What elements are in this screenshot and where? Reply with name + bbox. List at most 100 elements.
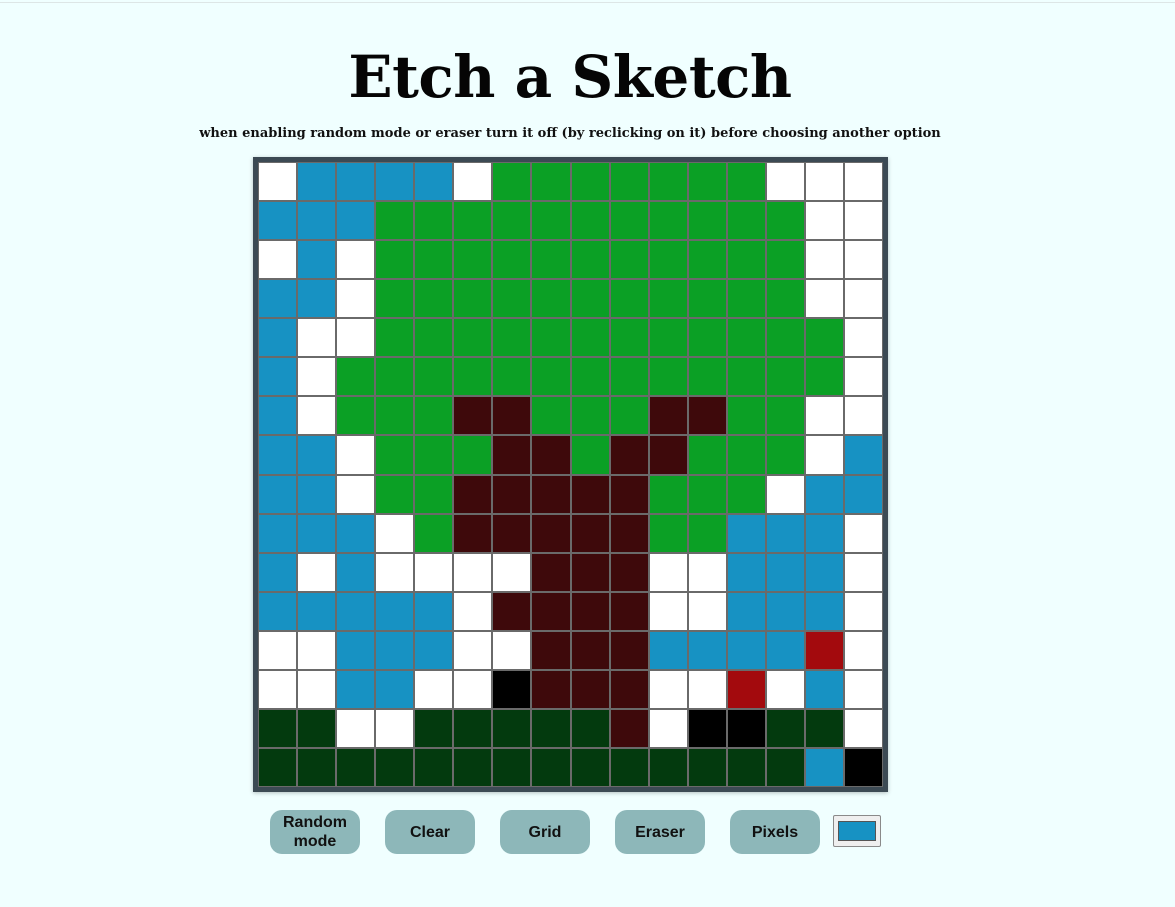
grid-cell[interactable] [570,474,610,514]
grid-cell[interactable] [531,747,571,787]
grid-cell[interactable] [297,708,337,748]
grid-cell[interactable] [297,357,337,397]
grid-cell[interactable] [453,747,493,787]
grid-cell[interactable] [648,708,688,748]
grid-cell[interactable] [375,318,415,358]
grid-cell[interactable] [492,357,532,397]
grid-cell[interactable] [765,552,805,592]
grid-cell[interactable] [609,474,649,514]
grid-cell[interactable] [843,318,883,358]
grid-cell[interactable] [765,435,805,475]
grid-cell[interactable] [414,669,454,709]
grid-cell[interactable] [570,435,610,475]
grid-cell[interactable] [843,747,883,787]
grid-cell[interactable] [648,279,688,319]
grid-cell[interactable] [375,396,415,436]
grid-cell[interactable] [687,747,727,787]
grid-cell[interactable] [453,318,493,358]
grid-cell[interactable] [531,279,571,319]
grid-cell[interactable] [531,201,571,241]
grid-cell[interactable] [453,591,493,631]
grid-cell[interactable] [843,591,883,631]
grid-cell[interactable] [609,747,649,787]
grid-cell[interactable] [375,552,415,592]
grid-cell[interactable] [843,201,883,241]
grid-cell[interactable] [258,747,298,787]
grid-cell[interactable] [414,552,454,592]
grid-cell[interactable] [492,630,532,670]
grid-cell[interactable] [843,396,883,436]
grid-cell[interactable] [726,513,766,553]
grid-cell[interactable] [492,318,532,358]
grid-cell[interactable] [453,201,493,241]
grid-cell[interactable] [843,357,883,397]
grid-cell[interactable] [492,747,532,787]
grid-cell[interactable] [609,201,649,241]
grid-cell[interactable] [765,279,805,319]
grid-cell[interactable] [687,357,727,397]
grid-cell[interactable] [336,630,376,670]
grid-cell[interactable] [336,552,376,592]
grid-cell[interactable] [258,279,298,319]
grid-cell[interactable] [492,513,532,553]
grid-cell[interactable] [531,396,571,436]
grid-cell[interactable] [726,747,766,787]
grid-cell[interactable] [726,630,766,670]
grid-cell[interactable] [258,162,298,202]
grid-cell[interactable] [258,318,298,358]
grid-cell[interactable] [687,396,727,436]
grid-cell[interactable] [609,669,649,709]
grid-cell[interactable] [258,435,298,475]
grid-cell[interactable] [609,357,649,397]
grid-cell[interactable] [570,552,610,592]
grid-cell[interactable] [609,591,649,631]
grid-cell[interactable] [570,201,610,241]
grid-cell[interactable] [336,318,376,358]
grid-cell[interactable] [687,201,727,241]
grid-cell[interactable] [531,435,571,475]
grid-cell[interactable] [648,669,688,709]
grid-cell[interactable] [531,357,571,397]
grid-cell[interactable] [414,240,454,280]
grid-cell[interactable] [375,357,415,397]
grid-cell[interactable] [804,279,844,319]
grid-cell[interactable] [297,474,337,514]
grid-cell[interactable] [765,630,805,670]
grid-cell[interactable] [726,435,766,475]
grid-cell[interactable] [453,357,493,397]
grid-cell[interactable] [648,591,688,631]
grid-cell[interactable] [804,396,844,436]
grid-button[interactable]: Grid [500,810,590,854]
grid-cell[interactable] [804,591,844,631]
grid-cell[interactable] [531,162,571,202]
grid-cell[interactable] [414,630,454,670]
grid-cell[interactable] [648,747,688,787]
grid-cell[interactable] [414,162,454,202]
grid-cell[interactable] [843,435,883,475]
grid-cell[interactable] [570,747,610,787]
grid-cell[interactable] [570,279,610,319]
grid-cell[interactable] [687,435,727,475]
grid-cell[interactable] [258,630,298,670]
grid-cell[interactable] [765,591,805,631]
grid-cell[interactable] [765,708,805,748]
grid-cell[interactable] [492,396,532,436]
grid-cell[interactable] [726,396,766,436]
grid-cell[interactable] [492,201,532,241]
grid-cell[interactable] [609,240,649,280]
grid-cell[interactable] [570,318,610,358]
grid-cell[interactable] [531,474,571,514]
grid-cell[interactable] [453,552,493,592]
grid-cell[interactable] [297,318,337,358]
grid-cell[interactable] [570,240,610,280]
color-picker[interactable] [833,815,881,847]
grid-cell[interactable] [687,630,727,670]
grid-cell[interactable] [336,201,376,241]
grid-cell[interactable] [726,162,766,202]
grid-cell[interactable] [804,474,844,514]
grid-cell[interactable] [726,279,766,319]
grid-cell[interactable] [297,552,337,592]
grid-cell[interactable] [648,513,688,553]
grid-cell[interactable] [648,396,688,436]
grid-cell[interactable] [297,162,337,202]
